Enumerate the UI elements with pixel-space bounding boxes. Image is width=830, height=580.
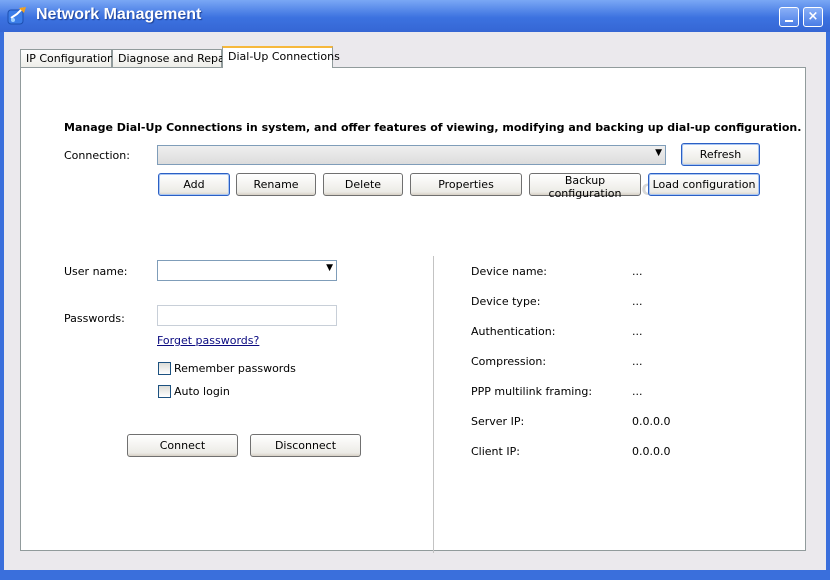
tab-diagnose-and-repair[interactable]: Diagnose and Repair xyxy=(112,49,232,69)
server-ip-label: Server IP: xyxy=(471,415,525,428)
client-ip-value: 0.0.0.0 xyxy=(632,445,671,458)
window-title: Network Management xyxy=(36,6,202,23)
connection-dropdown[interactable]: ▼ xyxy=(157,145,666,165)
ppp-multilink-label: PPP multilink framing: xyxy=(471,385,593,398)
panel-description: Manage Dial-Up Connections in system, an… xyxy=(64,121,802,134)
rename-button[interactable]: Rename xyxy=(236,173,316,196)
device-name-label: Device name: xyxy=(471,265,548,278)
auto-login-label[interactable]: Auto login xyxy=(174,385,230,398)
tab-ip-configuration[interactable]: IP Configuration xyxy=(20,49,114,69)
network-management-app-icon xyxy=(7,7,26,25)
username-dropdown[interactable]: ▼ xyxy=(157,260,337,281)
tab-dial-up-connections[interactable]: Dial-Up Connections xyxy=(222,46,340,68)
tab-label: Dial-Up Connections xyxy=(228,50,340,63)
server-ip-value: 0.0.0.0 xyxy=(632,415,671,428)
password-input[interactable] xyxy=(157,305,337,326)
compression-label: Compression: xyxy=(471,355,547,368)
connect-button[interactable]: Connect xyxy=(127,434,238,457)
refresh-button[interactable]: Refresh xyxy=(681,143,760,166)
device-type-value: ... xyxy=(632,295,643,308)
chevron-down-icon: ▼ xyxy=(326,263,333,273)
delete-button[interactable]: Delete xyxy=(323,173,403,196)
auto-login-checkbox[interactable] xyxy=(158,385,171,398)
chevron-down-icon: ▼ xyxy=(655,148,662,158)
remember-passwords-checkbox[interactable] xyxy=(158,362,171,375)
properties-button[interactable]: Properties xyxy=(410,173,522,196)
load-configuration-button[interactable]: Load configuration xyxy=(648,173,760,196)
close-icon: × xyxy=(807,9,819,24)
vertical-divider xyxy=(433,256,434,553)
add-button[interactable]: Add xyxy=(158,173,230,196)
authentication-value: ... xyxy=(632,325,643,338)
backup-configuration-button[interactable]: Backup configuration xyxy=(529,173,641,200)
device-type-label: Device type: xyxy=(471,295,541,308)
dial-up-panel: Manage Dial-Up Connections in system, an… xyxy=(20,67,806,553)
close-button[interactable]: × xyxy=(803,7,823,27)
minimize-icon xyxy=(785,20,793,22)
username-label: User name: xyxy=(64,265,128,278)
tab-label: IP Configuration xyxy=(26,52,114,65)
app-window: Network Management × IP Configuration Di… xyxy=(0,0,830,580)
tab-label: Diagnose and Repair xyxy=(118,52,233,65)
title-bar[interactable]: Network Management × xyxy=(0,0,830,32)
compression-value: ... xyxy=(632,355,643,368)
password-label: Passwords: xyxy=(64,312,125,325)
client-ip-label: Client IP: xyxy=(471,445,520,458)
authentication-label: Authentication: xyxy=(471,325,556,338)
forget-passwords-link[interactable]: Forget passwords? xyxy=(157,334,259,347)
device-name-value: ... xyxy=(632,265,643,278)
minimize-button[interactable] xyxy=(779,7,799,27)
client-area: IP Configuration Diagnose and Repair Dia… xyxy=(4,32,826,570)
connection-label: Connection: xyxy=(64,149,130,162)
ppp-multilink-value: ... xyxy=(632,385,643,398)
remember-passwords-label[interactable]: Remember passwords xyxy=(174,362,296,375)
disconnect-button[interactable]: Disconnect xyxy=(250,434,361,457)
